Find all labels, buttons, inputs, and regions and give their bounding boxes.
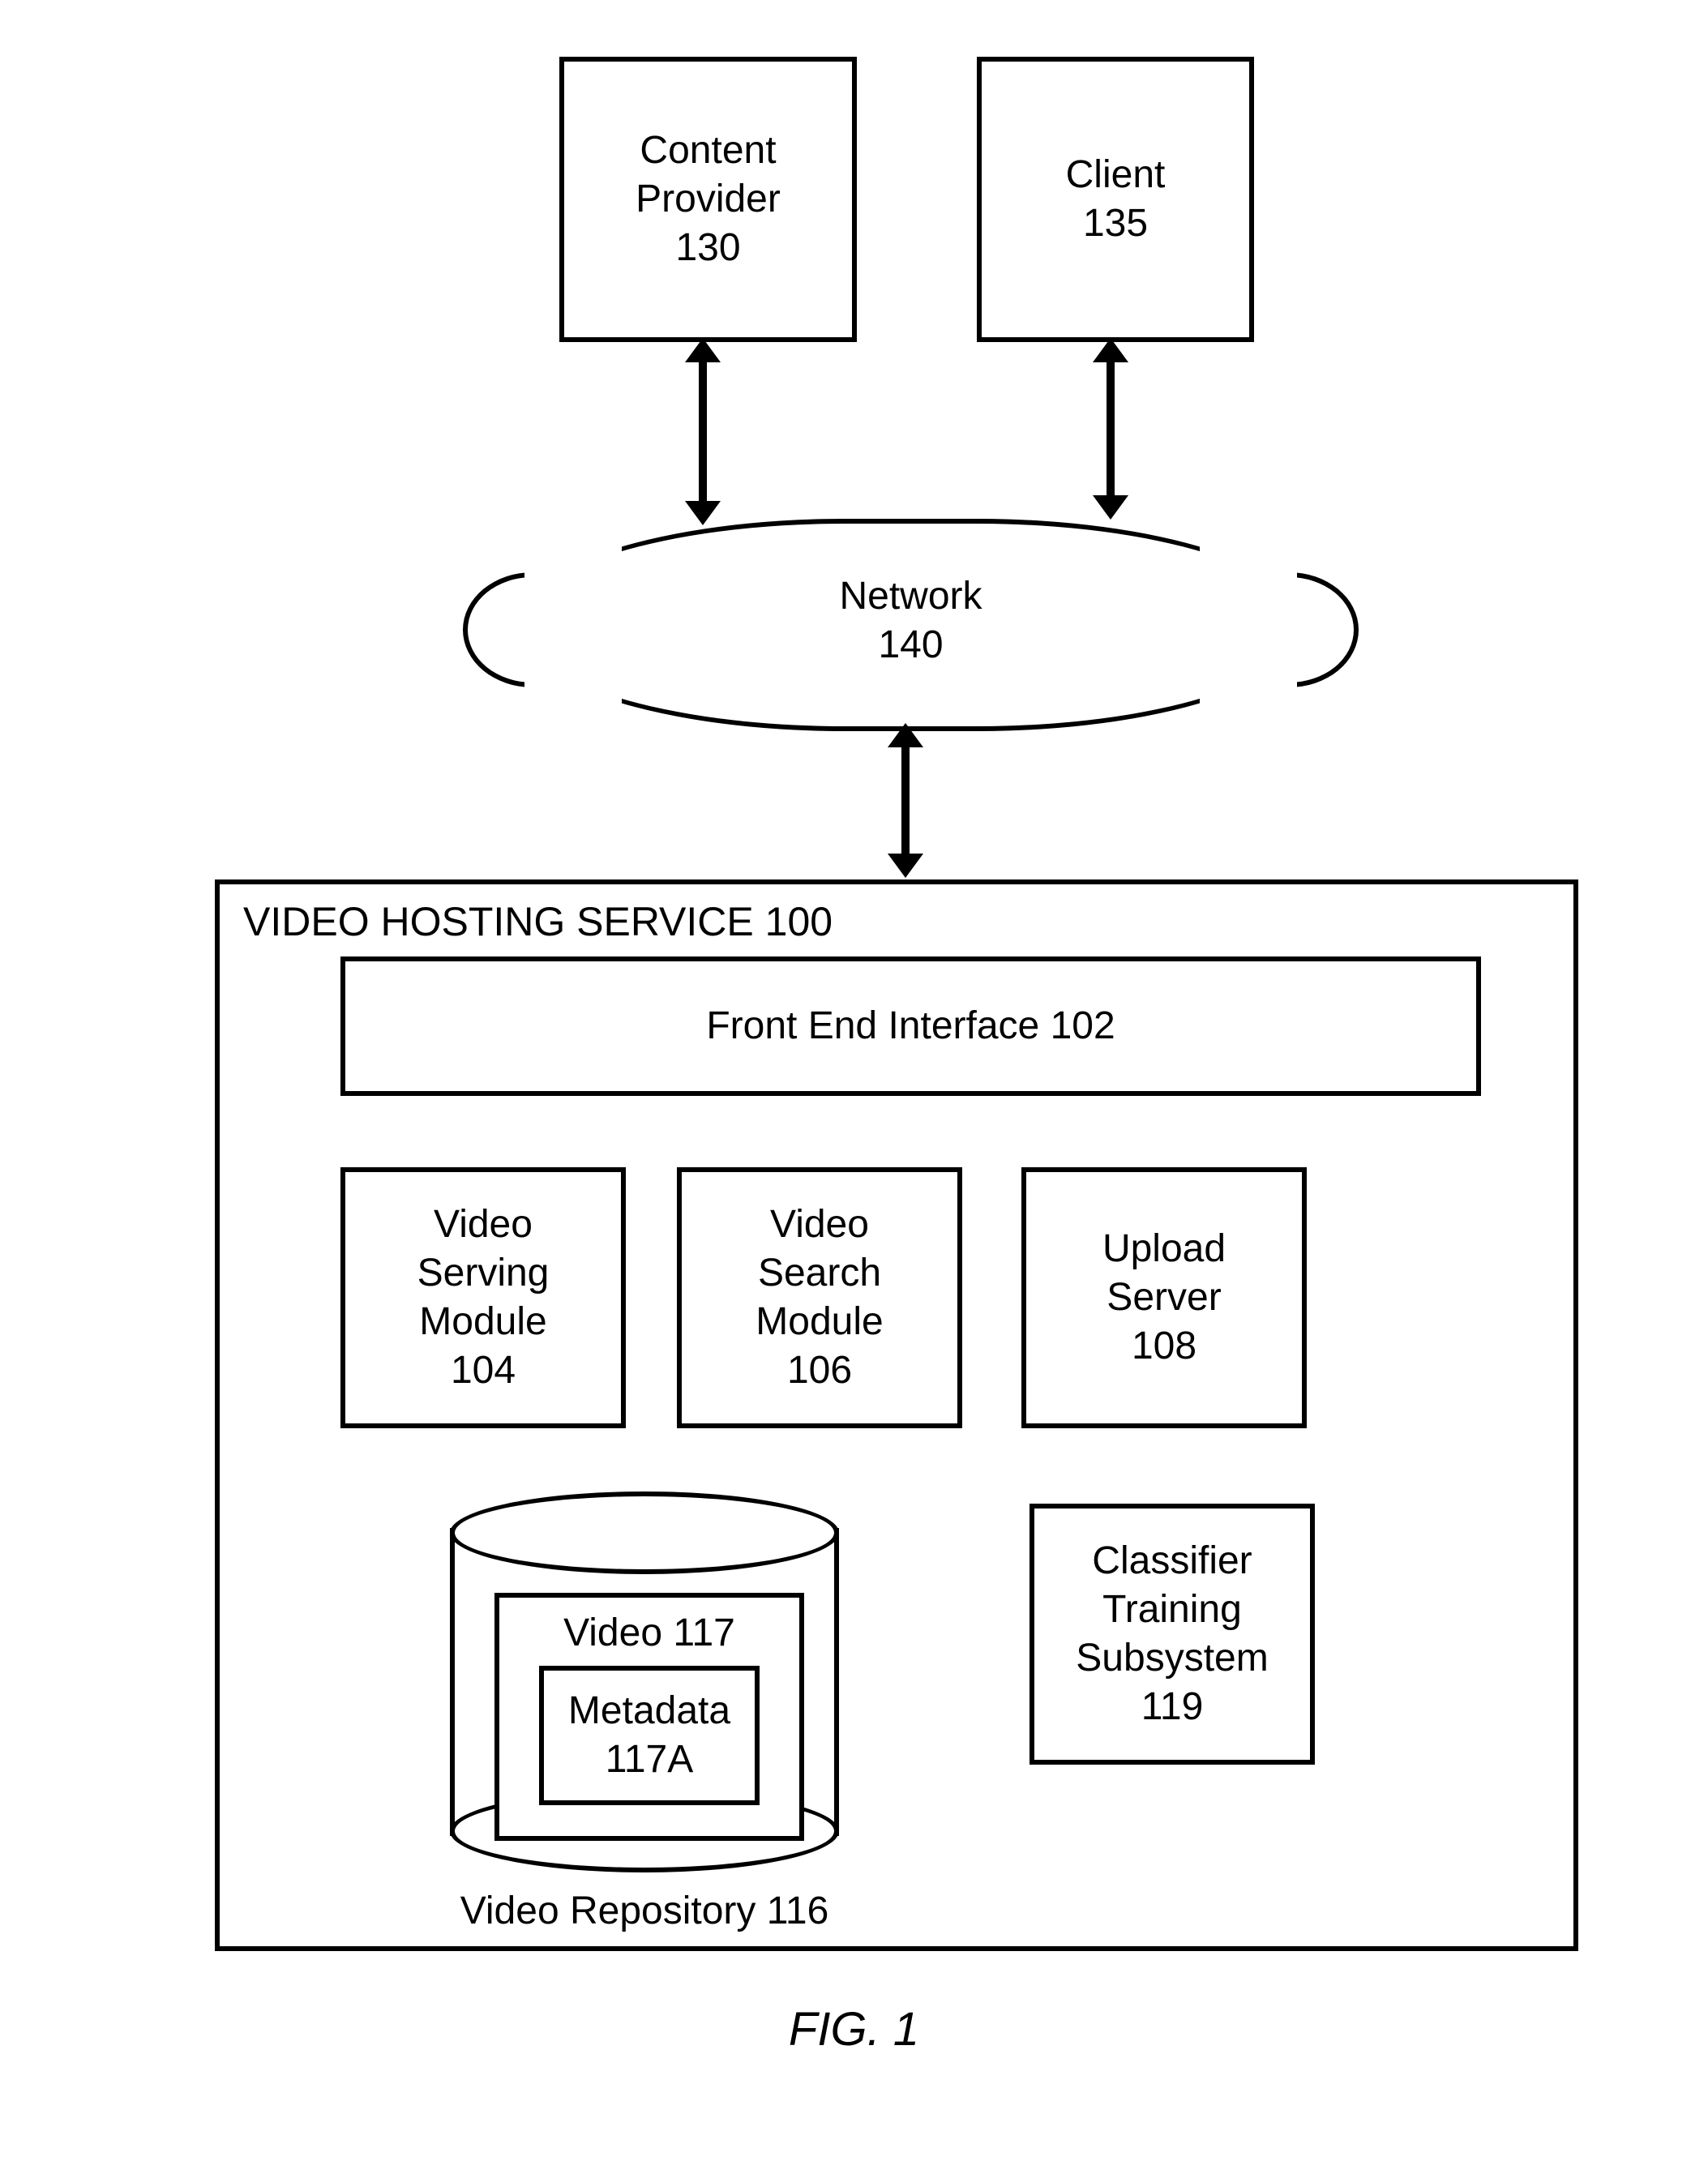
arrow-client-network (1107, 361, 1115, 497)
metadata-num: 117A (606, 1735, 694, 1784)
classifier-label: Classifier Training Subsystem (1076, 1537, 1268, 1683)
video-repository-caption: Video Repository 116 (442, 1889, 847, 1933)
client-label: Client (1066, 151, 1166, 199)
classifier-training-subsystem-box: Classifier Training Subsystem 119 (1030, 1504, 1315, 1765)
figure-caption: FIG. 1 (0, 2002, 1708, 2056)
video-search-module-num: 106 (787, 1346, 852, 1395)
arrow-provider-network (699, 361, 707, 503)
client-box: Client 135 (977, 57, 1254, 342)
video-serving-module-box: Video Serving Module 104 (340, 1167, 626, 1428)
diagram-canvas: Content Provider 130 Client 135 Network … (0, 0, 1708, 2174)
video-serving-module-num: 104 (451, 1346, 516, 1395)
video-search-module-box: Video Search Module 106 (677, 1167, 962, 1428)
network-cloud: Network 140 (515, 519, 1307, 731)
video-serving-module-label: Video Serving Module (417, 1200, 550, 1346)
upload-server-box: Upload Server 108 (1021, 1167, 1307, 1428)
client-num: 135 (1083, 199, 1148, 248)
network-num: 140 (520, 621, 1302, 670)
classifier-num: 119 (1141, 1683, 1204, 1731)
video-117-label: Video 117 (563, 1609, 735, 1658)
network-label: Network (520, 572, 1302, 621)
arrow-network-host (901, 746, 910, 855)
upload-server-num: 108 (1132, 1322, 1196, 1371)
content-provider-num: 130 (675, 224, 740, 272)
metadata-117a-box: Metadata 117A (539, 1666, 760, 1805)
content-provider-label: Content Provider (636, 126, 781, 224)
front-end-interface-box: Front End Interface 102 (340, 956, 1481, 1096)
metadata-label: Metadata (568, 1687, 730, 1735)
video-hosting-service-title: VIDEO HOSTING SERVICE 100 (243, 898, 833, 945)
front-end-interface-label: Front End Interface 102 (706, 1002, 1115, 1051)
content-provider-box: Content Provider 130 (559, 57, 857, 342)
video-search-module-label: Video Search Module (756, 1200, 883, 1346)
upload-server-label: Upload Server (1102, 1225, 1226, 1322)
